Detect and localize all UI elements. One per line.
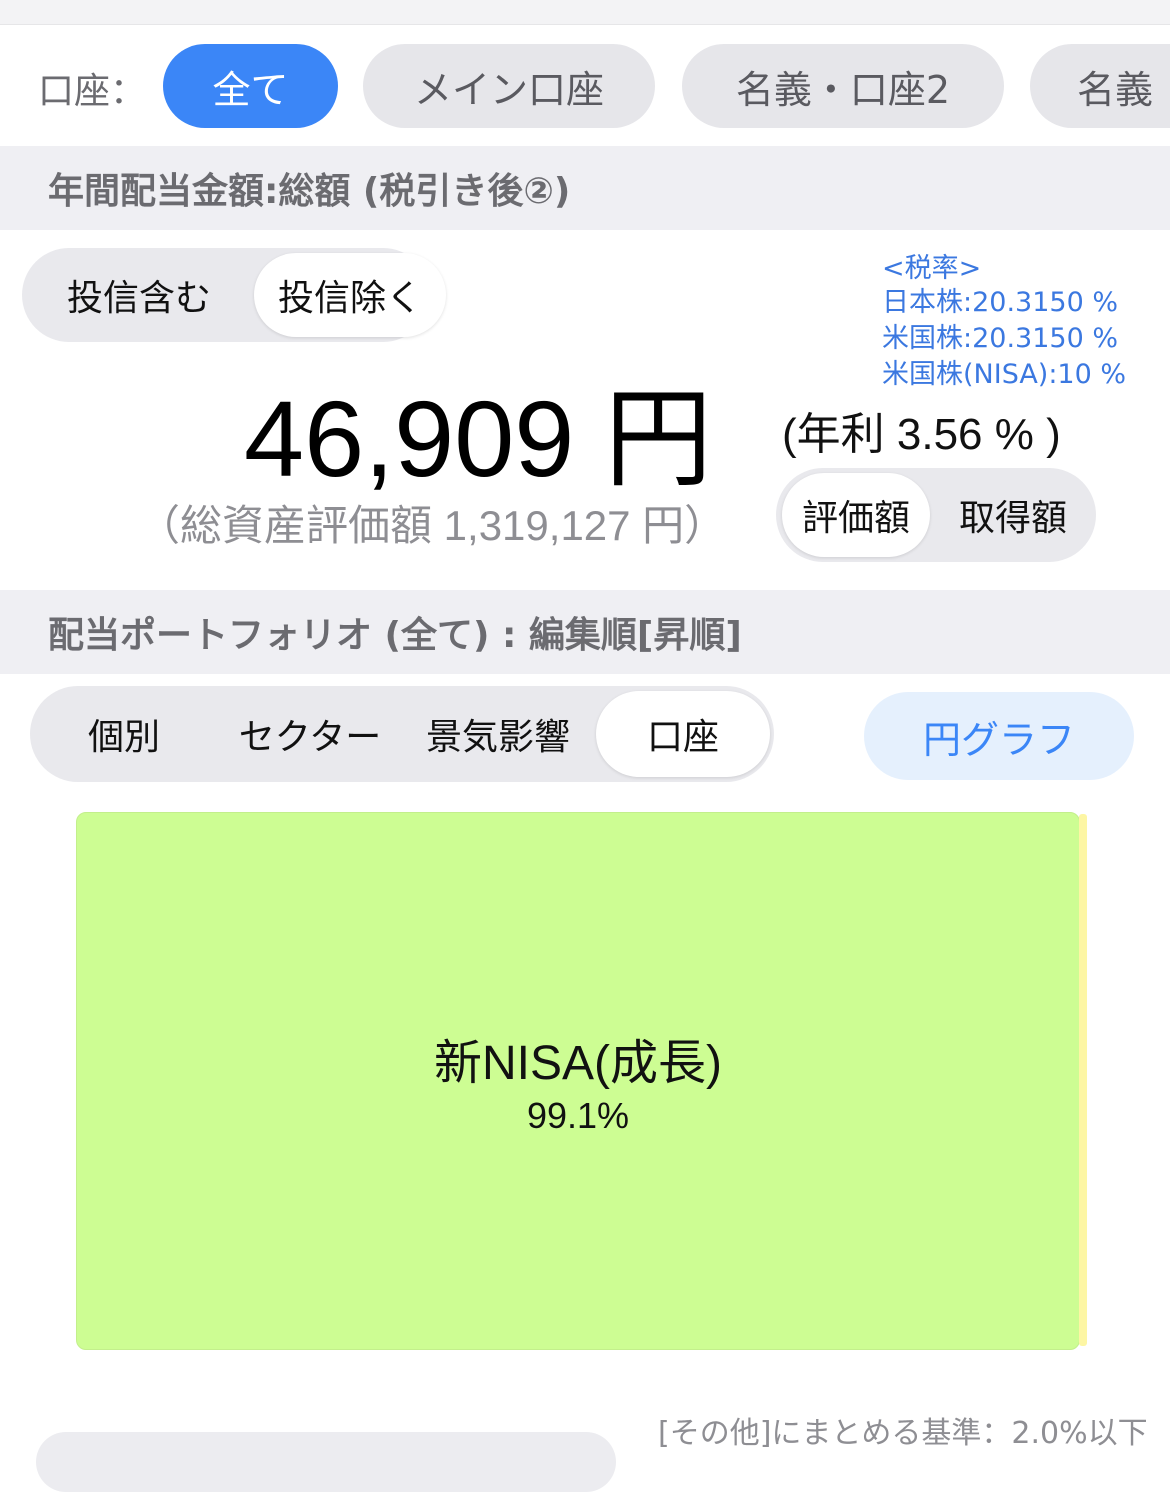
account-chip-all[interactable]: 全て [163, 44, 338, 128]
treemap-tile-percent: 99.1% [526, 1095, 630, 1136]
tab-account[interactable]: 口座 [596, 691, 770, 777]
tab-economic-impact[interactable]: 景気影響 [410, 686, 586, 782]
account-chip-main[interactable]: メイン口座 [363, 44, 655, 128]
tax-rate-jp: 日本株:20.3150 % [882, 287, 1118, 318]
portfolio-header: 配当ポートフォリオ (全て) : 編集順[昇順] [0, 590, 1170, 674]
fund-exclude-option[interactable]: 投信除く [254, 253, 446, 337]
account-chip-2[interactable]: 名義・口座2 [682, 44, 1004, 128]
portfolio-treemap: 新NISA(成長) 99.1% [76, 812, 1088, 1350]
treemap-tile-new-nisa[interactable]: 新NISA(成長) 99.1% [76, 812, 1080, 1350]
account-chip-3[interactable]: 名義 [1030, 44, 1170, 128]
tab-sector[interactable]: セクター [224, 686, 396, 782]
basis-toggle: 評価額 取得額 [776, 468, 1096, 562]
fund-toggle: 投信含む 投信除く [22, 248, 446, 342]
tax-rate-us-nisa: 米国株(NISA):10 % [882, 359, 1127, 390]
bottom-segment-control [36, 1432, 616, 1492]
account-filter-label: 口座： [38, 71, 147, 112]
valuation-option[interactable]: 評価額 [782, 473, 930, 557]
annual-dividend-header: 年間配当金額:総額 (税引き後②) [0, 146, 1170, 230]
treemap-tile-other[interactable] [1079, 814, 1087, 1346]
total-asset-valuation: （総資産評価額 1,319,127 円） [138, 502, 727, 549]
treemap-tile-name: 新NISA(成長) [433, 1037, 722, 1090]
fund-include-option[interactable]: 投信含む [36, 248, 242, 342]
pie-chart-button[interactable]: 円グラフ [864, 692, 1134, 780]
top-status-strip [0, 0, 1170, 25]
acquisition-option[interactable]: 取得額 [938, 468, 1088, 562]
annual-dividend-amount: 46,909 円 [244, 378, 713, 499]
tab-individual[interactable]: 個別 [44, 686, 204, 782]
tax-rate-us: 米国株:20.3150 % [882, 323, 1118, 354]
account-filter-bar: 口座： 全て メイン口座 名義・口座2 名義 [0, 24, 1170, 146]
annual-yield: (年利 3.56 % ) [782, 410, 1061, 459]
other-threshold-note: [その他]にまとめる基準：2.0%以下 [658, 1416, 1148, 1451]
portfolio-tabs: 個別 セクター 景気影響 口座 [30, 686, 774, 782]
